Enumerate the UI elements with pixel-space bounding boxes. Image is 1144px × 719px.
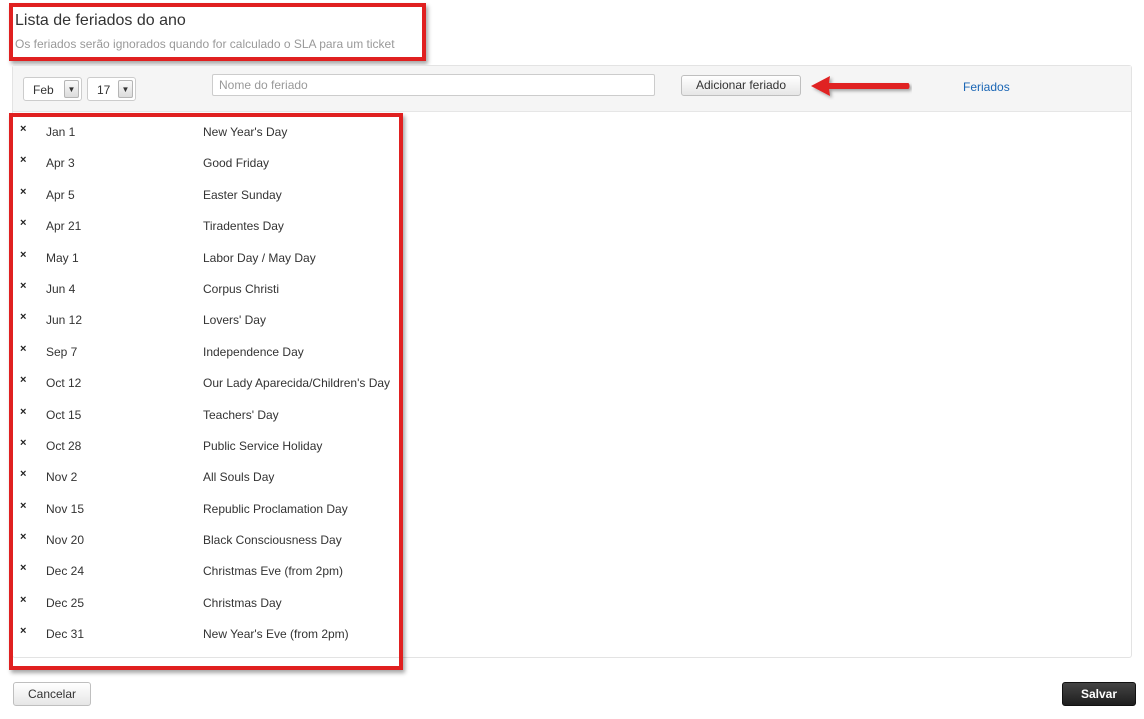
holiday-row: × Dec 31 New Year's Eve (from 2pm) — [10, 618, 402, 649]
annotation-arrow — [811, 76, 910, 96]
month-select-value: Feb — [33, 83, 54, 97]
holiday-date: Dec 31 — [46, 627, 85, 642]
holiday-date: Dec 24 — [46, 564, 85, 579]
close-icon[interactable]: × — [20, 563, 26, 574]
day-select-value: 17 — [97, 83, 111, 97]
holiday-date: Nov 2 — [46, 470, 78, 485]
holiday-name: Labor Day / May Day — [203, 250, 316, 265]
holiday-date: Jan 1 — [46, 125, 76, 139]
holiday-name-input[interactable] — [212, 74, 655, 96]
holiday-name: Christmas Day — [203, 595, 282, 610]
day-select[interactable]: 17 ▼ — [87, 77, 136, 101]
holiday-name: Teachers' Day — [203, 407, 279, 422]
holiday-name: Our Lady Aparecida/Children's Day — [203, 376, 391, 391]
holiday-row: × Apr 21 Tiradentes Day — [10, 210, 402, 241]
holiday-date: Dec 25 — [46, 595, 85, 610]
holiday-name: Christmas Eve (from 2pm) — [203, 564, 344, 579]
holiday-date: Apr 21 — [46, 219, 82, 234]
holiday-row: × Oct 15 Teachers' Day — [10, 399, 402, 430]
holiday-row: × May 1 Labor Day / May Day — [10, 242, 402, 273]
holiday-row: × Dec 25 Christmas Day — [10, 587, 402, 618]
holiday-date: Oct 12 — [46, 376, 82, 391]
close-icon[interactable]: × — [20, 375, 26, 386]
close-icon[interactable]: × — [20, 155, 26, 166]
holiday-name: Independence Day — [203, 344, 304, 359]
holiday-date: Apr 3 — [46, 156, 75, 171]
save-button[interactable]: Salvar — [1062, 682, 1136, 706]
holiday-name: Republic Proclamation Day — [203, 501, 348, 516]
close-icon[interactable]: × — [20, 186, 26, 198]
holiday-name: Corpus Christi — [203, 281, 280, 296]
holidays-page: Lista de feriados do ano Os feriados ser… — [0, 0, 1144, 719]
holiday-date: Jun 4 — [46, 281, 76, 296]
holiday-date: Apr 5 — [46, 187, 75, 202]
holiday-name: New Year's Eve (from 2pm) — [203, 627, 349, 642]
cancel-button[interactable]: Cancelar — [13, 682, 91, 706]
holiday-row: × Oct 12 Our Lady Aparecida/Children's Day — [10, 367, 402, 398]
holiday-row: × Apr 3 Good Friday — [10, 147, 402, 178]
chevron-down-icon[interactable]: ▼ — [64, 80, 79, 98]
holiday-row: × Jun 12 Lovers' Day — [10, 304, 402, 335]
holiday-name: Black Consciousness Day — [203, 533, 342, 548]
holiday-name: Public Service Holiday — [203, 438, 323, 453]
close-icon[interactable]: × — [20, 626, 26, 637]
close-icon[interactable]: × — [20, 312, 26, 323]
page-title: Lista de feriados do ano — [15, 12, 186, 29]
holiday-date: Nov 20 — [46, 533, 85, 548]
holiday-date: Oct 28 — [46, 438, 82, 453]
close-icon[interactable]: × — [20, 218, 26, 229]
holiday-name: Easter Sunday — [203, 187, 282, 202]
holiday-row: × Nov 20 Black Consciousness Day — [10, 524, 402, 555]
holiday-list: × Jan 1 New Year's Day × Apr 3 Good Friday × Ap… — [10, 116, 402, 650]
feriados-link[interactable]: Feriados — [963, 80, 1010, 94]
add-holiday-button[interactable]: Adicionar feriado — [681, 75, 801, 96]
close-icon[interactable]: × — [20, 437, 26, 449]
close-icon[interactable]: × — [20, 343, 26, 355]
holiday-date: Jun 12 — [46, 313, 83, 328]
close-icon[interactable]: × — [20, 280, 26, 292]
close-icon[interactable]: × — [20, 249, 26, 261]
holiday-row: × Apr 5 Easter Sunday — [10, 179, 402, 210]
holiday-date: Oct 15 — [46, 407, 82, 422]
holiday-row: × Nov 2 All Souls Day — [10, 461, 402, 492]
holiday-row: × Sep 7 Independence Day — [10, 336, 402, 367]
holiday-name: New Year's Day — [203, 125, 288, 139]
holiday-name: Good Friday — [203, 156, 270, 171]
add-holiday-toolbar: Feb ▼ 17 ▼ Adicionar feriado Feriados — [13, 66, 1131, 112]
page-subtitle: Os feriados serão ignorados quando for c… — [15, 37, 395, 51]
close-icon[interactable]: × — [20, 469, 26, 480]
holiday-date: May 1 — [46, 250, 79, 265]
holiday-row: × Jan 1 New Year's Day — [10, 116, 402, 147]
close-icon[interactable]: × — [20, 406, 26, 418]
close-icon[interactable]: × — [20, 532, 26, 543]
page-header: Lista de feriados do ano Os feriados ser… — [10, 5, 412, 52]
holiday-date: Nov 15 — [46, 501, 85, 516]
holiday-name: Lovers' Day — [203, 313, 266, 328]
holiday-name: All Souls Day — [203, 470, 275, 485]
close-icon[interactable]: × — [20, 594, 26, 606]
holiday-name: Tiradentes Day — [203, 219, 284, 234]
close-icon[interactable]: × — [20, 500, 26, 512]
holiday-row: × Nov 15 Republic Proclamation Day — [10, 493, 402, 524]
close-icon[interactable]: × — [20, 124, 26, 135]
chevron-down-icon[interactable]: ▼ — [118, 80, 133, 98]
month-select[interactable]: Feb ▼ — [23, 77, 82, 101]
holiday-row: × Jun 4 Corpus Christi — [10, 273, 402, 304]
holiday-date: Sep 7 — [46, 344, 78, 359]
holiday-row: × Dec 24 Christmas Eve (from 2pm) — [10, 555, 402, 586]
holiday-row: × Oct 28 Public Service Holiday — [10, 430, 402, 461]
